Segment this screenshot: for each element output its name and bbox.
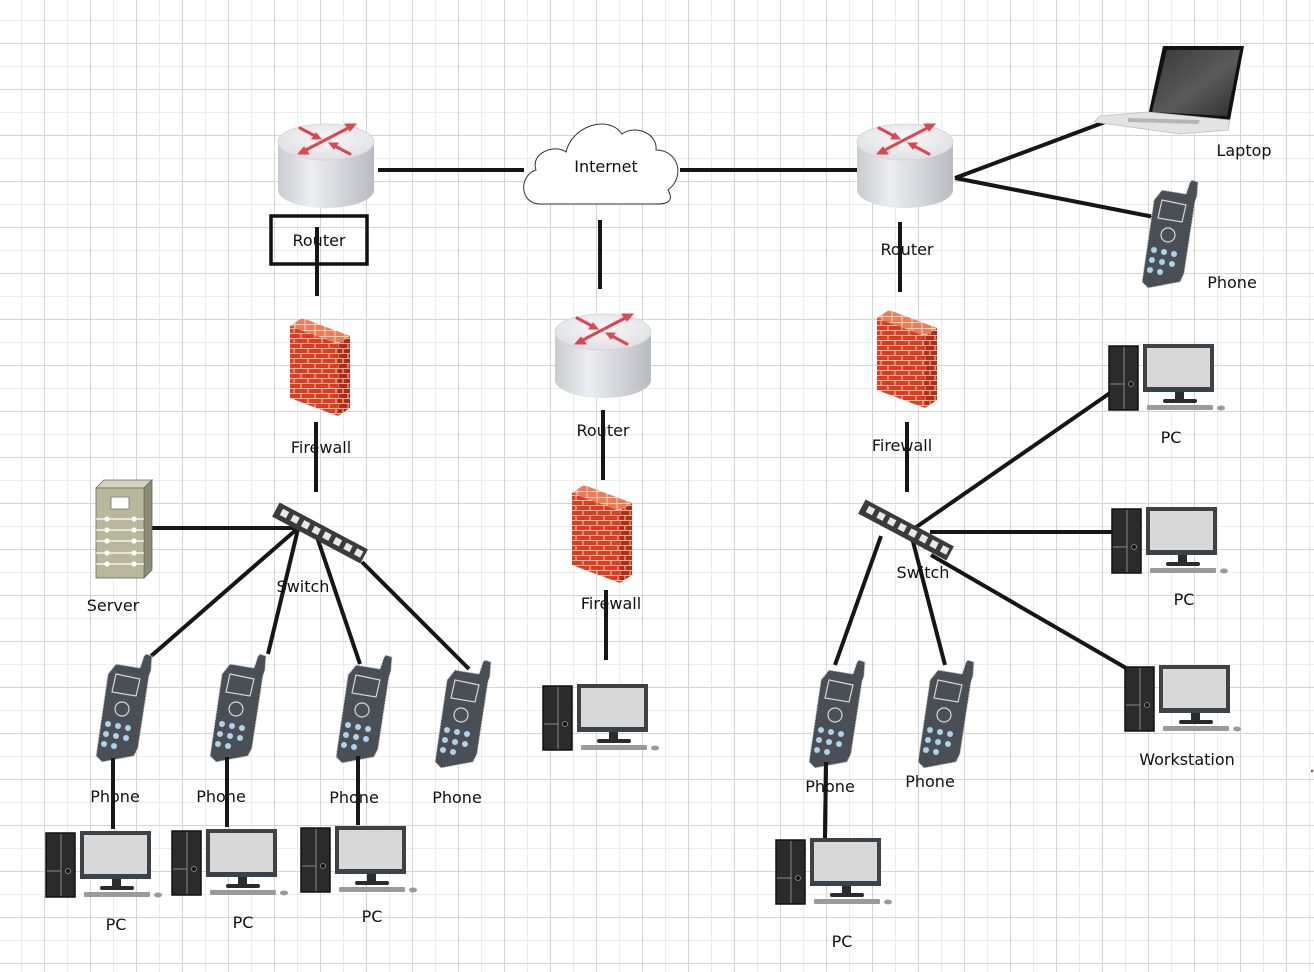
wire-switch-left-phone-l1[interactable] — [148, 527, 299, 659]
phone-icon — [917, 659, 975, 769]
node-pc-r-mid[interactable]: PC — [1111, 506, 1229, 609]
phone-icon — [808, 659, 866, 769]
node-label: Phone — [805, 777, 855, 796]
node-internet[interactable]: Internet — [523, 123, 679, 205]
node-label: Router — [880, 240, 933, 259]
node-label: Router — [292, 231, 345, 250]
node-label: PC — [233, 913, 254, 932]
wire-router-right-laptop[interactable] — [954, 120, 1106, 180]
node-label: Internet — [574, 157, 638, 176]
node-firewall-right[interactable]: Firewall — [872, 310, 937, 455]
firewall-icon — [290, 318, 350, 416]
node-pc-r-bottom[interactable]: PC — [775, 837, 893, 951]
node-router-right[interactable]: Router — [855, 122, 955, 259]
node-phone-l4[interactable]: Phone — [432, 659, 492, 807]
wire-overlay — [823, 761, 828, 839]
node-firewall-left[interactable]: Firewall — [290, 318, 351, 457]
router-icon — [553, 312, 653, 400]
pc-icon — [300, 825, 418, 894]
node-label: Server — [87, 596, 140, 615]
node-router-left[interactable]: Router — [269, 122, 376, 266]
node-laptop[interactable]: Laptop — [1093, 46, 1272, 160]
node-pc-l3[interactable]: PC — [300, 825, 418, 926]
phone-icon — [209, 653, 267, 763]
stray-marker — [1310, 769, 1314, 773]
server-icon — [95, 479, 153, 579]
wire-router-right-phone-top-right[interactable] — [954, 176, 1155, 219]
firewall-icon — [877, 310, 937, 408]
pc-icon — [171, 828, 289, 897]
wire-switch-left-phone-l4[interactable] — [360, 560, 471, 671]
node-label: Firewall — [581, 594, 641, 613]
node-label: PC — [362, 907, 383, 926]
router-icon — [276, 122, 376, 210]
node-workstation[interactable]: Workstation — [1124, 664, 1242, 769]
pc-icon — [775, 837, 893, 906]
router-icon — [855, 122, 955, 210]
node-label: Phone — [329, 788, 379, 807]
phone-icon — [335, 654, 393, 764]
node-label: Phone — [1207, 273, 1257, 292]
wire-switch-right-workstation[interactable] — [929, 553, 1128, 670]
node-label: PC — [832, 932, 853, 951]
pc-icon — [1111, 506, 1229, 575]
node-phone-l2[interactable]: Phone — [196, 653, 267, 806]
node-label: Switch — [277, 577, 330, 596]
node-label: Firewall — [291, 438, 351, 457]
node-label: Laptop — [1216, 141, 1271, 160]
node-label: Switch — [897, 563, 950, 582]
pc-icon — [1108, 343, 1226, 412]
node-phone-top-right[interactable]: Phone — [1141, 179, 1257, 292]
firewall-icon — [572, 485, 632, 583]
pc-icon — [542, 683, 660, 752]
phone-icon — [1141, 179, 1199, 289]
laptop-icon — [1093, 46, 1244, 135]
network-diagram-canvas[interactable]: Internet Router Router Router Firewall F… — [0, 0, 1314, 972]
node-phone-l3[interactable]: Phone — [329, 654, 393, 807]
node-pc-l2[interactable]: PC — [171, 828, 289, 932]
node-phone-r1[interactable]: Phone — [805, 659, 866, 796]
node-label: Phone — [905, 772, 955, 791]
node-label: Phone — [196, 787, 246, 806]
node-phone-l1[interactable]: Phone — [90, 653, 153, 806]
phone-icon — [95, 653, 153, 763]
node-label: Firewall — [872, 436, 932, 455]
node-label: PC — [1161, 428, 1182, 447]
node-label: PC — [1174, 590, 1195, 609]
node-server[interactable]: Server — [87, 479, 153, 615]
node-label: Phone — [432, 788, 482, 807]
switch-icon — [272, 502, 368, 564]
phone-icon — [434, 659, 492, 769]
node-pc-r-top[interactable]: PC — [1108, 343, 1226, 447]
node-label: PC — [106, 915, 127, 934]
node-phone-r2[interactable]: Phone — [905, 659, 975, 791]
node-pc-l1[interactable]: PC — [45, 830, 163, 934]
wire-switch-right-pc-r-top[interactable] — [910, 391, 1112, 532]
wire-switch-right-phone-r1[interactable] — [833, 535, 883, 666]
node-label: Workstation — [1139, 750, 1235, 769]
node-pc-center[interactable] — [542, 683, 660, 752]
pc-icon — [1124, 664, 1242, 733]
pc-icon — [45, 830, 163, 899]
